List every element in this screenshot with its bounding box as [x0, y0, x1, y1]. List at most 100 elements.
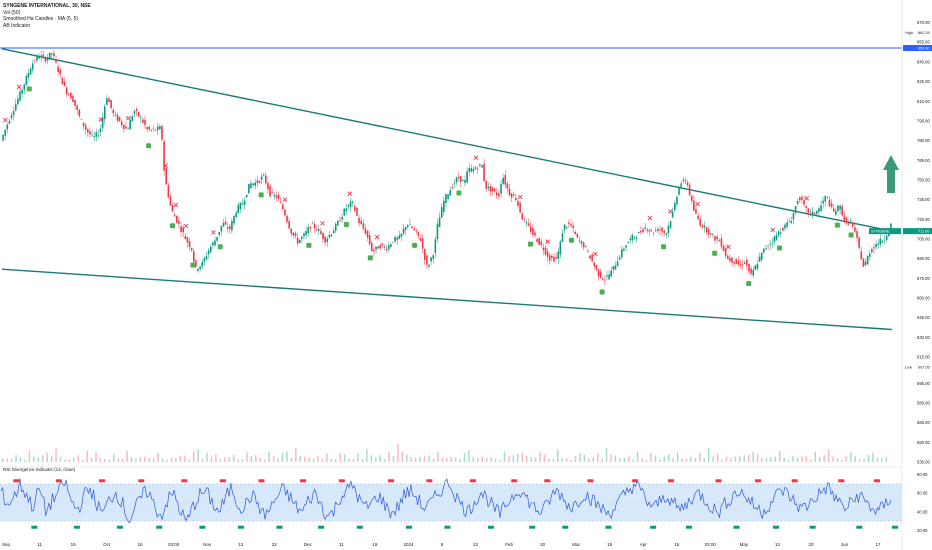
time-tick: Mar [572, 542, 580, 547]
candle-body [629, 238, 632, 241]
candle-body [317, 229, 320, 231]
volume-bar [601, 458, 603, 462]
candle-body [8, 121, 11, 124]
volume-bar [623, 457, 626, 462]
candle-body [95, 132, 98, 137]
candle-body [339, 220, 341, 222]
volume-bar [801, 456, 803, 462]
legend-item-ha[interactable]: Smoothed Ha Candles · MA (5, 5) [3, 16, 91, 23]
candle-body [273, 194, 276, 196]
candle-body [553, 257, 555, 262]
sell-signal-marker [16, 84, 22, 90]
candle-body [324, 236, 326, 243]
volume-bar [157, 452, 159, 462]
candle-body [34, 60, 36, 62]
time-tick: 19 [372, 542, 378, 547]
candle-body [659, 229, 661, 231]
candle-body [582, 242, 585, 248]
volume-bar [517, 454, 519, 462]
rsi-bull-tag [356, 525, 363, 529]
candle-body [256, 180, 259, 183]
candle-body [796, 201, 799, 204]
buy-signal-marker [746, 280, 752, 286]
price-chart[interactable]: 870.00855.00840.00825.00810.00795.00780.… [0, 0, 932, 550]
volume-bar [703, 458, 706, 462]
chart-root[interactable]: 870.00 855.00 840.00 825.00 810.00 795.00 780.… [0, 0, 932, 550]
sell-signal-marker [3, 117, 8, 123]
candle-body [392, 242, 394, 243]
legend: SYNGENE INTERNATIONAL, 30, NSE Vol (50) … [3, 3, 91, 29]
candle-body [813, 212, 816, 214]
candle-body [139, 117, 142, 118]
time-tick: 18 [607, 542, 613, 547]
candle-body [807, 208, 810, 213]
candle-body [792, 213, 795, 220]
candle-body [729, 258, 731, 262]
time-tick: 8 [441, 542, 444, 547]
candle-body [260, 176, 263, 180]
volume-bar [681, 458, 683, 462]
volume-bar [152, 458, 155, 462]
volume-bar [463, 452, 466, 462]
volume-bar [144, 456, 146, 462]
rsi-bear-tag [181, 479, 188, 483]
candle-body [243, 200, 246, 205]
candle-body [231, 221, 233, 231]
price-tick: 630.00 [917, 335, 930, 340]
volume-bar [50, 455, 53, 462]
candle-body [559, 241, 562, 255]
volume-bar [610, 454, 612, 462]
volume-bar [854, 456, 856, 462]
candle-body [703, 225, 706, 228]
candle-body [161, 125, 163, 140]
volume-bar [148, 457, 151, 462]
candle-body [379, 245, 382, 249]
candle-body [885, 235, 888, 240]
rsi-bear-tag [98, 479, 105, 483]
rsi-bear-tag [873, 479, 880, 483]
candle-body [483, 163, 485, 181]
candle-body [587, 250, 589, 252]
candle-body [286, 215, 288, 222]
volume-bar [454, 457, 457, 462]
candle-body [493, 188, 496, 192]
rsi-bull-tag [444, 525, 451, 529]
candle-body [760, 252, 763, 260]
volume-bar [450, 456, 452, 462]
candle-body [387, 245, 390, 250]
legend-item-ab[interactable]: AB Indicator [3, 23, 91, 30]
symbol-title[interactable]: SYNGENE INTERNATIONAL, 30, NSE [3, 3, 91, 10]
candle-body [591, 254, 593, 262]
candle-body [680, 183, 682, 187]
channel-lines [0, 47, 902, 331]
candle-body [182, 227, 184, 233]
rsi-tick: 40.00 [917, 509, 928, 514]
candle-body [705, 227, 708, 233]
candle-body [29, 68, 32, 75]
candle-body [120, 121, 123, 126]
rsi-bear-tag [838, 479, 845, 483]
candle-body [347, 204, 350, 207]
candle-body [99, 128, 102, 132]
candle-body [19, 91, 21, 101]
candle-body [669, 221, 672, 228]
candle-body [548, 255, 551, 261]
volume-bar [716, 453, 719, 462]
candle-body [568, 222, 570, 225]
candle-body [508, 188, 511, 196]
volume-bar [432, 458, 435, 462]
candle-body [512, 194, 515, 196]
candle-body [267, 182, 269, 190]
candle-body [809, 211, 812, 213]
rsi-bear-tag [469, 479, 476, 483]
volume-bar [299, 456, 301, 462]
up-arrow-shape [883, 155, 899, 193]
candle-body [313, 223, 316, 229]
time-tick: Apr [640, 542, 648, 547]
volume-bar [508, 456, 510, 462]
candle-body [209, 246, 212, 253]
rsi-legend[interactable]: RSI Divergence Indicator (14, close) [3, 467, 75, 472]
volume-bar [739, 456, 741, 462]
candle-body [82, 122, 85, 127]
candle-body [788, 221, 791, 222]
